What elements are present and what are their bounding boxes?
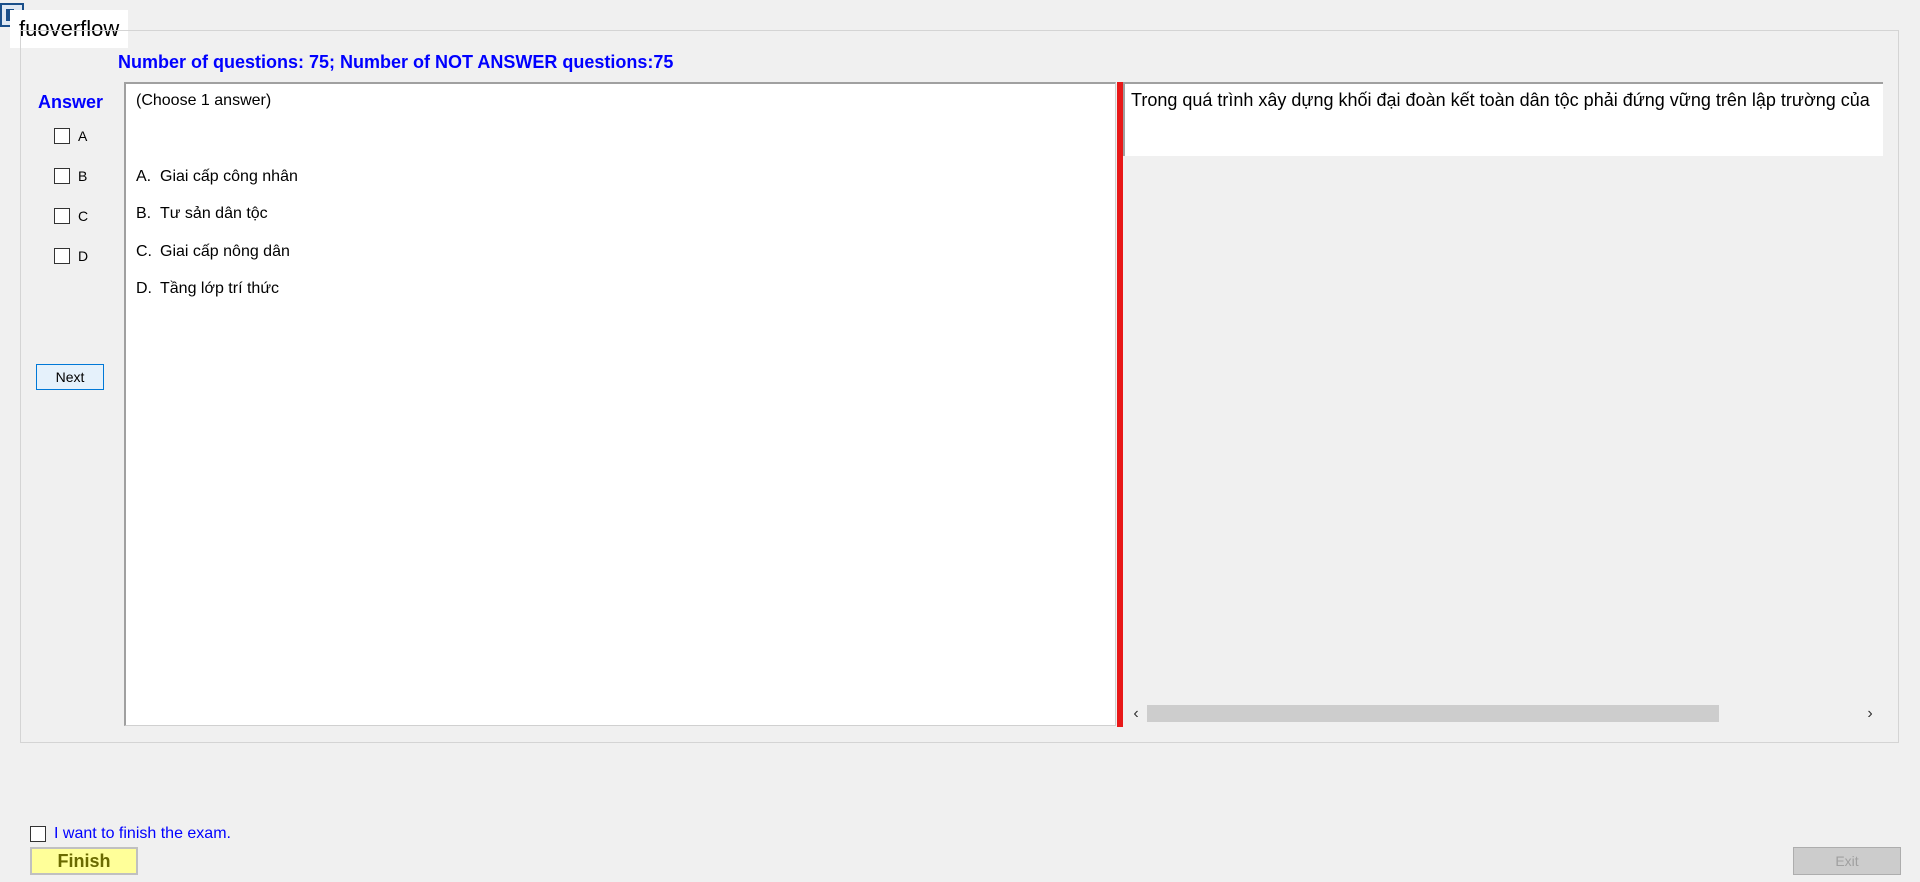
horizontal-scrollbar[interactable]: ‹ ›: [1123, 703, 1883, 725]
answer-checkbox-a[interactable]: [54, 128, 70, 144]
option-text: Giai cấp công nhân: [160, 168, 298, 185]
answer-checkbox-c[interactable]: [54, 208, 70, 224]
question-text-panel: Trong quá trình xây dựng khối đại đoàn k…: [1123, 82, 1883, 727]
chevron-left-icon[interactable]: ‹: [1125, 703, 1147, 725]
question-counter: Number of questions: 75; Number of NOT A…: [118, 52, 674, 72]
finish-checkbox-box[interactable]: [30, 826, 46, 842]
answer-panel-title: Answer: [38, 92, 104, 112]
option-text: Giai cấp nông dân: [160, 243, 290, 260]
answer-option-c[interactable]: C: [54, 206, 88, 226]
finish-confirm-checkbox[interactable]: I want to finish the exam.: [30, 824, 231, 844]
answer-option-d[interactable]: D: [54, 246, 88, 266]
answer-option-label: A: [78, 128, 88, 144]
option-letter: C.: [136, 243, 152, 260]
question-text: Trong quá trình xây dựng khối đại đoàn k…: [1131, 90, 1870, 110]
answer-checkbox-d[interactable]: [54, 248, 70, 264]
option-text: Tư sản dân tộc: [160, 205, 268, 222]
finish-checkbox-label: I want to finish the exam.: [54, 825, 231, 842]
question-options-panel: (Choose 1 answer) A. Giai cấp công nhân B…: [124, 82, 1116, 726]
finish-button[interactable]: Finish: [30, 847, 138, 875]
scrollbar-thumb[interactable]: [1147, 705, 1719, 722]
answer-option-label: D: [78, 248, 89, 264]
option-text: Tầng lớp trí thức: [160, 280, 280, 297]
question-option-a: A. Giai cấp công nhân: [136, 168, 298, 186]
question-option-b: B. Tư sản dân tộc: [136, 205, 268, 223]
answer-option-a[interactable]: A: [54, 126, 87, 146]
next-button[interactable]: Next: [36, 364, 104, 390]
question-option-d: D. Tầng lớp trí thức: [136, 280, 279, 298]
option-letter: D.: [136, 280, 152, 297]
question-option-c: C. Giai cấp nông dân: [136, 243, 290, 261]
option-letter: B.: [136, 205, 152, 222]
option-letter: A.: [136, 168, 152, 185]
question-instruction: (Choose 1 answer): [136, 92, 272, 109]
chevron-right-icon[interactable]: ›: [1859, 703, 1881, 725]
answer-option-b[interactable]: B: [54, 166, 87, 186]
exit-button[interactable]: Exit: [1793, 847, 1901, 875]
answer-option-label: B: [78, 168, 88, 184]
question-text-box: Trong quá trình xây dựng khối đại đoàn k…: [1123, 84, 1883, 156]
answer-option-label: C: [78, 208, 89, 224]
answer-checkbox-b[interactable]: [54, 168, 70, 184]
